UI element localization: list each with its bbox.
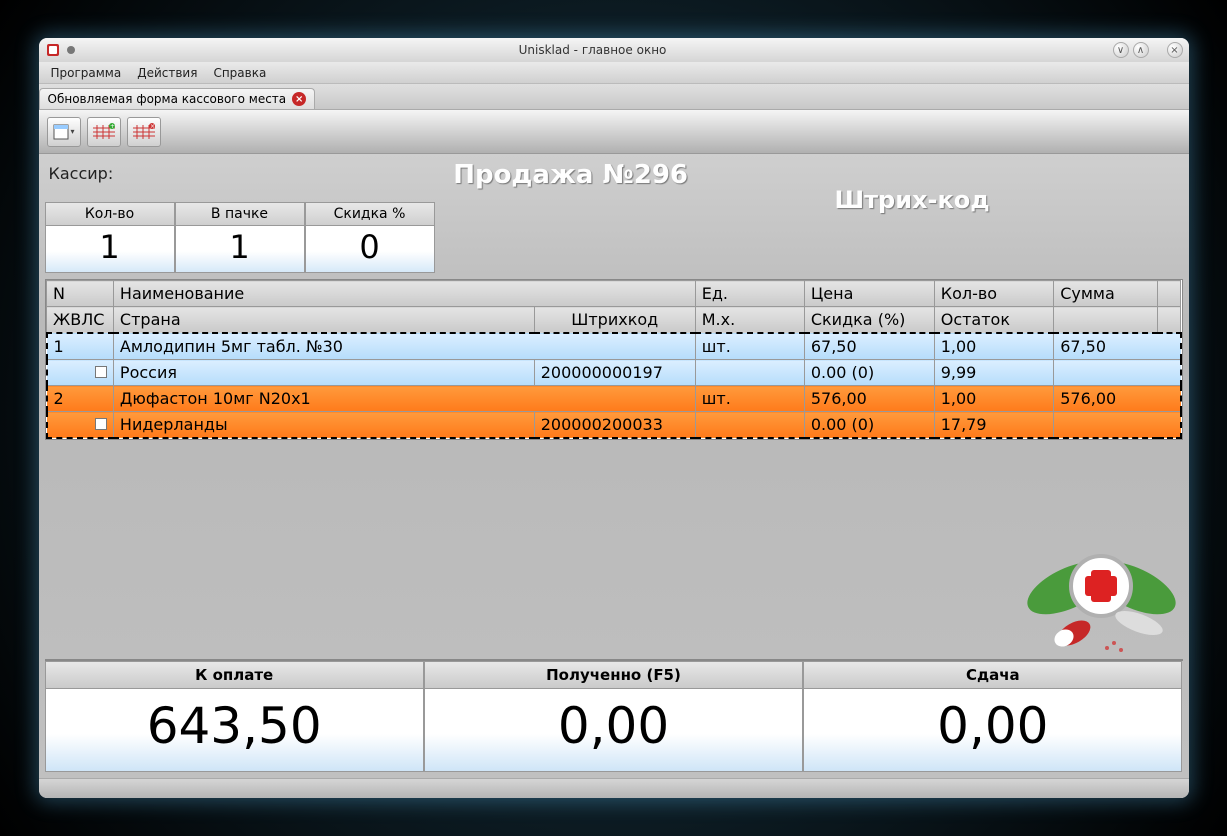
cashier-label: Кассир: bbox=[45, 160, 114, 183]
svg-text:×: × bbox=[150, 123, 155, 130]
sale-title: Продажа №296 bbox=[453, 160, 688, 190]
medical-decor-icon bbox=[1019, 538, 1179, 658]
items-grid[interactable]: N Наименование Ед. Цена Кол-во Сумма ЖВЛ… bbox=[45, 279, 1183, 440]
pin-icon bbox=[65, 44, 77, 56]
qty-val-pack[interactable]: 1 bbox=[175, 226, 305, 273]
qty-head-discount: Скидка % bbox=[305, 202, 435, 226]
titlebar: Unisklad - главное окно ∨ ∧ × bbox=[39, 38, 1189, 62]
total-due-label: К оплате bbox=[45, 661, 424, 689]
total-due-value: 643,50 bbox=[45, 689, 424, 772]
qty-val-discount[interactable]: 0 bbox=[305, 226, 435, 273]
toolbar-button-1[interactable]: ▾ bbox=[47, 117, 81, 147]
col-qty[interactable]: Кол-во bbox=[934, 281, 1053, 307]
totals-row: К оплате 643,50 Полученно (F5) 0,00 Сдач… bbox=[45, 659, 1183, 772]
toolbar-button-3[interactable]: × bbox=[127, 117, 161, 147]
total-change-value: 0,00 bbox=[803, 689, 1182, 772]
minimize-button[interactable]: ∨ bbox=[1113, 42, 1129, 58]
qty-val-qty[interactable]: 1 bbox=[45, 226, 175, 273]
total-received-label: Полученно (F5) bbox=[424, 661, 803, 689]
table-row-sub[interactable]: Нидерланды 200000200033 0.00 (0) 17,79 bbox=[47, 412, 1181, 439]
tab-label: Обновляемая форма кассового места bbox=[48, 92, 287, 106]
menubar: Программа Действия Справка bbox=[39, 62, 1189, 84]
window-title: Unisklad - главное окно bbox=[77, 43, 1109, 57]
zh-checkbox[interactable] bbox=[95, 366, 107, 378]
toolbar: ▾ + × bbox=[39, 110, 1189, 154]
app-icon bbox=[45, 42, 61, 58]
table-row-sub[interactable]: Россия 200000000197 0.00 (0) 9,99 bbox=[47, 360, 1181, 386]
tab-cashform[interactable]: Обновляемая форма кассового места × bbox=[39, 88, 316, 109]
col-n[interactable]: N bbox=[47, 281, 114, 307]
col-name[interactable]: Наименование bbox=[113, 281, 695, 307]
menu-program[interactable]: Программа bbox=[43, 64, 130, 82]
col-barcode[interactable]: Штрихкод bbox=[534, 307, 695, 334]
col-country[interactable]: Страна bbox=[113, 307, 534, 334]
main-window: Unisklad - главное окно ∨ ∧ × Программа … bbox=[39, 38, 1189, 798]
col-remain[interactable]: Остаток bbox=[934, 307, 1053, 334]
menu-help[interactable]: Справка bbox=[205, 64, 274, 82]
qty-head-pack: В пачке bbox=[175, 202, 305, 226]
barcode-label: Штрих-код bbox=[835, 186, 990, 279]
table-row[interactable]: 2 Дюфастон 10мг N20х1 шт. 576,00 1,00 57… bbox=[47, 386, 1181, 412]
zh-checkbox[interactable] bbox=[95, 418, 107, 430]
close-button[interactable]: × bbox=[1167, 42, 1183, 58]
total-change-label: Сдача bbox=[803, 661, 1182, 689]
toolbar-button-2[interactable]: + bbox=[87, 117, 121, 147]
statusbar bbox=[39, 778, 1189, 798]
col-price[interactable]: Цена bbox=[804, 281, 934, 307]
tabbar: Обновляемая форма кассового места × bbox=[39, 84, 1189, 110]
col-sum[interactable]: Сумма bbox=[1054, 281, 1158, 307]
content-area: Кассир: Продажа №296 Кол-во 1 В пачке 1 … bbox=[39, 154, 1189, 778]
col-mx[interactable]: М.х. bbox=[695, 307, 804, 334]
grid-header-row2: ЖВЛС Страна Штрихкод М.х. Скидка (%) Ост… bbox=[47, 307, 1181, 334]
col-zh[interactable]: ЖВЛС bbox=[47, 307, 114, 334]
qty-head-qty: Кол-во bbox=[45, 202, 175, 226]
col-discount[interactable]: Скидка (%) bbox=[804, 307, 934, 334]
maximize-button[interactable]: ∧ bbox=[1133, 42, 1149, 58]
qty-panel: Кол-во 1 В пачке 1 Скидка % 0 bbox=[45, 202, 435, 273]
col-scroll bbox=[1158, 281, 1181, 307]
total-received-value[interactable]: 0,00 bbox=[424, 689, 803, 772]
col-unit[interactable]: Ед. bbox=[695, 281, 804, 307]
tab-close-icon[interactable]: × bbox=[292, 92, 306, 106]
svg-text:+: + bbox=[110, 123, 115, 130]
menu-actions[interactable]: Действия bbox=[129, 64, 205, 82]
grid-header-row1: N Наименование Ед. Цена Кол-во Сумма bbox=[47, 281, 1181, 307]
table-row[interactable]: 1 Амлодипин 5мг табл. №30 шт. 67,50 1,00… bbox=[47, 333, 1181, 360]
